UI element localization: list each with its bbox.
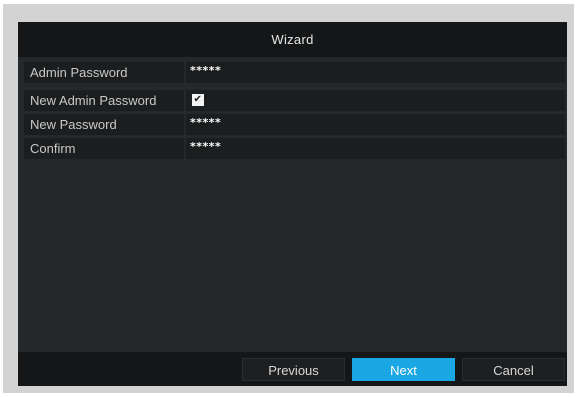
new-admin-password-cell: ✔ <box>186 90 565 111</box>
window-titlebar: Wizard <box>18 22 567 57</box>
cancel-button[interactable]: Cancel <box>462 358 565 381</box>
new-password-field[interactable]: ***** <box>186 114 565 135</box>
admin-password-row: Admin Password ***** <box>24 62 565 83</box>
new-admin-password-checkbox[interactable]: ✔ <box>192 94 204 106</box>
next-button[interactable]: Next <box>352 358 455 381</box>
confirm-password-field[interactable]: ***** <box>186 138 565 159</box>
admin-password-label: Admin Password <box>24 62 184 83</box>
admin-password-field[interactable]: ***** <box>186 62 565 83</box>
wizard-window: Wizard Admin Password ***** New Admin Pa… <box>18 22 567 386</box>
new-password-row: New Password ***** <box>24 114 565 135</box>
new-password-label: New Password <box>24 114 184 135</box>
previous-button[interactable]: Previous <box>242 358 345 381</box>
new-admin-password-row: New Admin Password ✔ <box>24 90 565 111</box>
confirm-label: Confirm <box>24 138 184 159</box>
new-admin-password-label: New Admin Password <box>24 90 184 111</box>
window-title: Wizard <box>271 32 314 47</box>
confirm-row: Confirm ***** <box>24 138 565 159</box>
button-bar: Previous Next Cancel <box>18 352 567 386</box>
